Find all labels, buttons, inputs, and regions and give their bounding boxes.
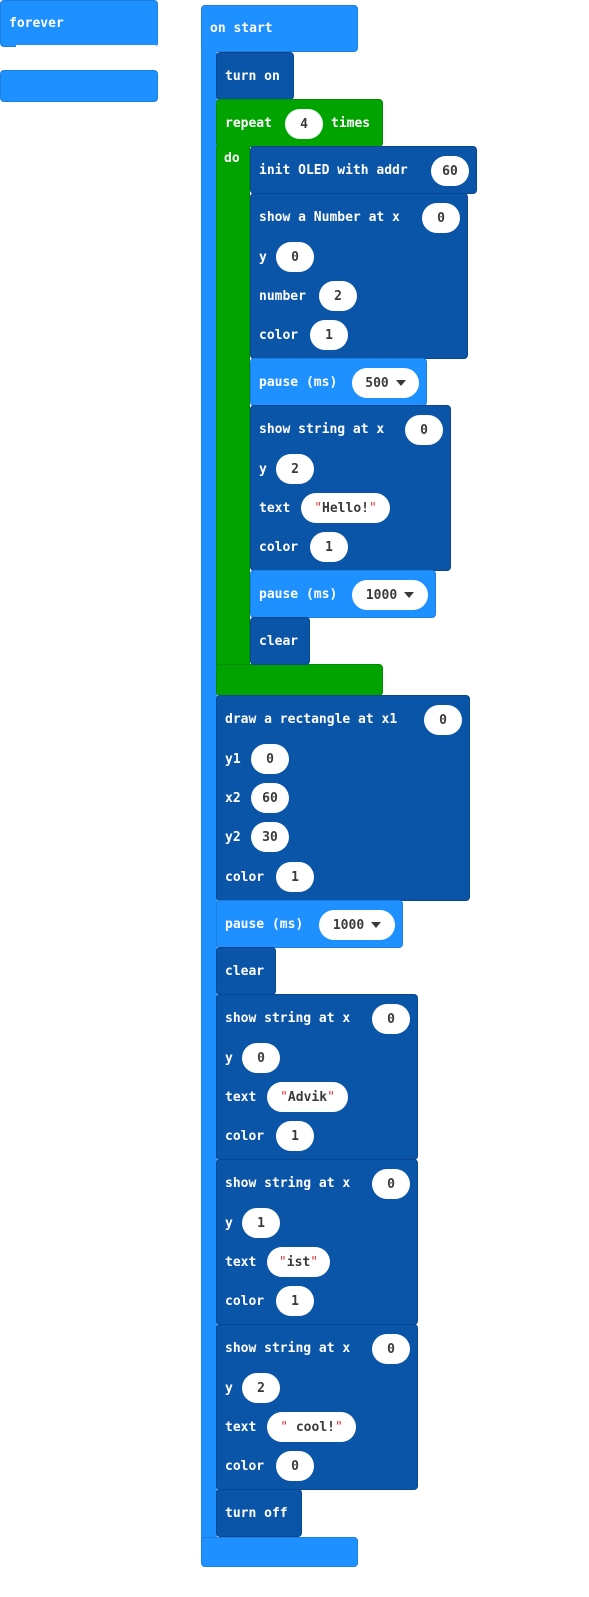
- pause-1000-loop-value: 1000: [365, 587, 398, 603]
- clear-loop-label: clear: [259, 634, 299, 649]
- show-number-color-input[interactable]: 1: [310, 320, 348, 350]
- pause-1000-loop-label: pause (ms): [259, 587, 338, 602]
- draw-rectangle-label: draw a rectangle at x1: [225, 712, 398, 727]
- forever-statement-slot: [16, 45, 160, 73]
- draw-rectangle-x2-input[interactable]: 60: [251, 783, 289, 813]
- pause-500-value: 500: [365, 375, 389, 391]
- draw-rectangle-block[interactable]: draw a rectangle at x1 0 y1 0 x2 60 y2 3…: [216, 695, 470, 901]
- show-string-advik-block[interactable]: show string at x 0 y 0 text " Advik " colo…: [216, 994, 418, 1160]
- show-string-cool-text-input[interactable]: " cool! ": [267, 1412, 356, 1442]
- show-string-advik-x-input[interactable]: 0: [372, 1004, 410, 1034]
- show-string-advik-y-label: y: [225, 1051, 233, 1066]
- draw-rectangle-y2-label: y2: [225, 830, 241, 845]
- show-string-ist-y-input[interactable]: 1: [242, 1208, 280, 1238]
- on-start-block[interactable]: on start: [201, 5, 358, 52]
- show-string-advik-y-input[interactable]: 0: [242, 1043, 280, 1073]
- show-string-ist-color-label: color: [225, 1294, 265, 1309]
- draw-rectangle-y2-input[interactable]: 30: [251, 822, 289, 852]
- show-string-hello-color-label: color: [259, 540, 299, 555]
- show-string-ist-block[interactable]: show string at x 0 y 1 text " ist " color …: [216, 1159, 418, 1325]
- repeat-do-spine: do: [216, 146, 250, 666]
- show-string-hello-label: show string at x: [259, 422, 385, 437]
- draw-rectangle-color-input[interactable]: 1: [276, 862, 314, 892]
- show-string-ist-x-input[interactable]: 0: [372, 1169, 410, 1199]
- show-string-hello-color-input[interactable]: 1: [310, 532, 348, 562]
- pause-1000-loop-dropdown[interactable]: 1000: [352, 580, 428, 610]
- init-oled-label: init OLED with addr: [259, 163, 408, 178]
- show-number-color-label: color: [259, 328, 299, 343]
- forever-block-bottom[interactable]: [0, 70, 158, 102]
- pause-500-label: pause (ms): [259, 375, 338, 390]
- show-string-advik-color-label: color: [225, 1129, 265, 1144]
- show-string-ist-text-input[interactable]: " ist ": [267, 1247, 330, 1277]
- pause-1000-value: 1000: [332, 917, 365, 933]
- draw-rectangle-x2-label: x2: [225, 791, 241, 806]
- turn-on-block[interactable]: turn on: [216, 52, 294, 100]
- show-string-cool-color-input[interactable]: 0: [276, 1451, 314, 1481]
- show-string-hello-y-input[interactable]: 2: [276, 454, 314, 484]
- show-string-cool-x-input[interactable]: 0: [372, 1334, 410, 1364]
- pause-500-block[interactable]: pause (ms) 500: [250, 358, 427, 406]
- show-string-ist-y-label: y: [225, 1216, 233, 1231]
- repeat-count-input[interactable]: 4: [285, 109, 323, 139]
- show-string-cool-label: show string at x: [225, 1341, 351, 1356]
- draw-rectangle-y1-input[interactable]: 0: [251, 744, 289, 774]
- show-string-advik-label: show string at x: [225, 1011, 351, 1026]
- clear-block[interactable]: clear: [216, 947, 276, 995]
- on-start-spine: [201, 48, 217, 1548]
- show-string-ist-color-input[interactable]: 1: [276, 1286, 314, 1316]
- show-number-block[interactable]: show a Number at x 0 y 0 number 2 color …: [250, 193, 468, 359]
- repeat-label: repeat: [225, 116, 272, 131]
- show-number-number-label: number: [259, 289, 306, 304]
- show-string-cool-y-input[interactable]: 2: [242, 1373, 280, 1403]
- show-number-y-label: y: [259, 250, 267, 265]
- repeat-do-label: do: [224, 151, 240, 166]
- pause-1000-block[interactable]: pause (ms) 1000: [216, 900, 403, 948]
- chevron-down-icon: [395, 380, 406, 386]
- draw-rectangle-color-label: color: [225, 870, 265, 885]
- repeat-times-label: times: [331, 116, 371, 131]
- show-string-cool-y-label: y: [225, 1381, 233, 1396]
- draw-rectangle-x1-input[interactable]: 0: [424, 705, 462, 735]
- repeat-block-bottom: [216, 664, 383, 696]
- show-string-cool-text-label: text: [225, 1420, 257, 1435]
- clear-loop-block[interactable]: clear: [250, 617, 310, 665]
- forever-label: forever: [9, 16, 64, 31]
- show-number-y-input[interactable]: 0: [276, 242, 314, 272]
- show-string-hello-text-label: text: [259, 501, 291, 516]
- turn-off-label: turn off: [225, 1506, 288, 1521]
- show-string-hello-y-label: y: [259, 462, 267, 477]
- chevron-down-icon: [404, 592, 415, 598]
- show-number-label: show a Number at x: [259, 210, 400, 225]
- turn-on-label: turn on: [225, 69, 280, 84]
- show-string-hello-text-input[interactable]: " Hello! ": [301, 493, 390, 523]
- draw-rectangle-y1-label: y1: [225, 752, 241, 767]
- show-string-advik-text-input[interactable]: " Advik ": [267, 1082, 348, 1112]
- show-string-hello-block[interactable]: show string at x 0 y 2 text " Hello! " col…: [250, 405, 451, 571]
- show-number-number-input[interactable]: 2: [319, 281, 357, 311]
- on-start-block-bottom: [201, 1537, 358, 1567]
- show-string-hello-x-input[interactable]: 0: [405, 415, 443, 445]
- pause-1000-dropdown[interactable]: 1000: [319, 910, 395, 940]
- clear-label: clear: [225, 964, 265, 979]
- init-oled-addr-input[interactable]: 60: [431, 156, 469, 186]
- pause-1000-label: pause (ms): [225, 917, 304, 932]
- show-string-advik-color-input[interactable]: 1: [276, 1121, 314, 1151]
- show-string-cool-color-label: color: [225, 1459, 265, 1474]
- turn-off-block[interactable]: turn off: [216, 1489, 302, 1537]
- show-string-ist-text-label: text: [225, 1255, 257, 1270]
- init-oled-block[interactable]: init OLED with addr 60: [250, 146, 477, 194]
- show-number-x-input[interactable]: 0: [422, 203, 460, 233]
- pause-500-dropdown[interactable]: 500: [352, 368, 419, 398]
- show-string-advik-text-label: text: [225, 1090, 257, 1105]
- chevron-down-icon: [371, 922, 382, 928]
- forever-block[interactable]: forever: [0, 0, 158, 47]
- show-string-ist-label: show string at x: [225, 1176, 351, 1191]
- pause-1000-loop-block[interactable]: pause (ms) 1000: [250, 570, 436, 618]
- repeat-block[interactable]: repeat 4 times: [216, 99, 383, 147]
- on-start-label: on start: [210, 21, 273, 36]
- show-string-cool-block[interactable]: show string at x 0 y 2 text " cool! " col…: [216, 1324, 418, 1490]
